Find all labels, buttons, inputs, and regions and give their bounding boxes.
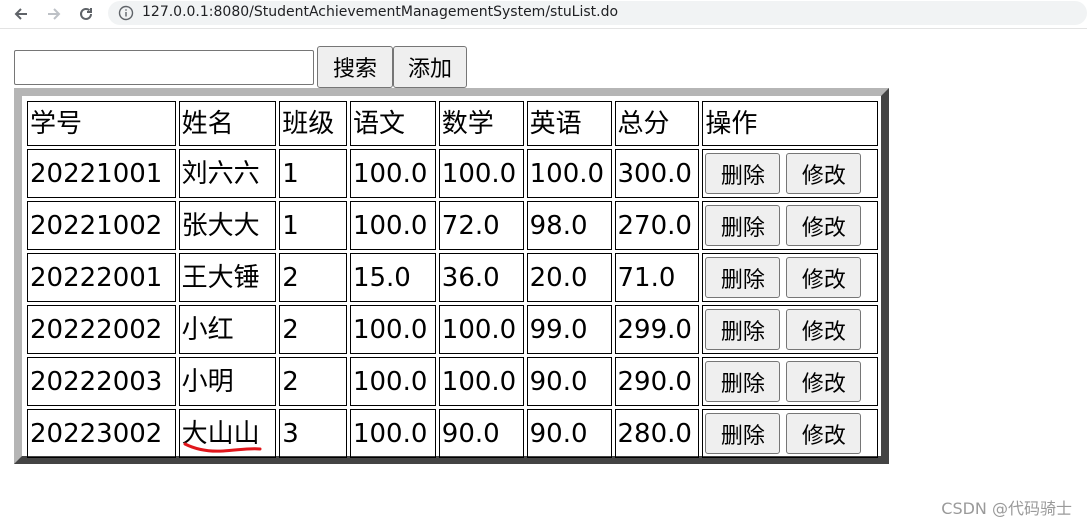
add-button[interactable]: 添加 xyxy=(393,46,467,88)
header-student-id: 学号 xyxy=(27,101,176,146)
reload-icon[interactable] xyxy=(76,4,96,24)
address-bar[interactable]: 127.0.0.1:8080/StudentAchievementManagem… xyxy=(108,1,1087,25)
cell-chinese: 100.0 xyxy=(349,409,436,458)
edit-button[interactable]: 修改 xyxy=(786,413,862,454)
header-name: 姓名 xyxy=(178,101,277,146)
edit-button[interactable]: 修改 xyxy=(786,361,862,402)
url-text[interactable]: 127.0.0.1:8080/StudentAchievementManagem… xyxy=(142,4,618,20)
cell-math: 100.0 xyxy=(438,305,524,354)
delete-button[interactable]: 删除 xyxy=(705,153,781,194)
cell-chinese: 100.0 xyxy=(349,305,436,354)
forward-arrow-icon[interactable] xyxy=(44,4,64,24)
table-row: 20222003 小明 2 100.0 100.0 90.0 290.0 删除修… xyxy=(27,357,878,406)
header-math: 数学 xyxy=(438,101,524,146)
cell-class: 2 xyxy=(279,253,347,302)
cell-name: 小明 xyxy=(178,357,277,406)
cell-math: 72.0 xyxy=(438,201,524,250)
cell-actions: 删除 修改 xyxy=(702,149,878,198)
cell-class: 2 xyxy=(279,357,347,406)
delete-button[interactable]: 删除 xyxy=(705,413,781,454)
cell-chinese: 100.0 xyxy=(349,149,436,198)
cell-english: 20.0 xyxy=(526,253,612,302)
cell-name: 刘六六 xyxy=(178,149,277,198)
delete-button[interactable]: 删除 xyxy=(705,257,781,298)
cell-math: 100.0 xyxy=(438,357,524,406)
delete-button[interactable]: 删除 xyxy=(705,309,781,350)
cell-total: 300.0 xyxy=(614,149,700,198)
edit-button[interactable]: 修改 xyxy=(786,205,862,246)
table-header-row: 学号 姓名 班级 语文 数学 英语 总分 操作 xyxy=(27,101,878,146)
header-total: 总分 xyxy=(614,101,700,146)
cell-student-id: 20222003 xyxy=(27,357,176,406)
red-underline-annotation xyxy=(183,442,262,453)
cell-chinese: 100.0 xyxy=(349,357,436,406)
student-table: 学号 姓名 班级 语文 数学 英语 总分 操作 20221001 刘六六 1 1… xyxy=(24,98,881,461)
header-class: 班级 xyxy=(279,101,347,146)
cell-total: 270.0 xyxy=(614,201,700,250)
cell-english: 90.0 xyxy=(526,409,612,458)
delete-button[interactable]: 删除 xyxy=(705,361,781,402)
cell-chinese: 100.0 xyxy=(349,201,436,250)
search-button[interactable]: 搜索 xyxy=(317,46,393,88)
cell-math: 36.0 xyxy=(438,253,524,302)
cell-class: 1 xyxy=(279,149,347,198)
cell-english: 99.0 xyxy=(526,305,612,354)
cell-english: 90.0 xyxy=(526,357,612,406)
cell-total: 299.0 xyxy=(614,305,700,354)
cell-actions: 删除 修改 xyxy=(702,357,878,406)
cell-student-id: 20221002 xyxy=(27,201,176,250)
cell-total: 71.0 xyxy=(614,253,700,302)
cell-class: 3 xyxy=(279,409,347,458)
cell-total: 280.0 xyxy=(614,409,700,458)
cell-student-id: 20222002 xyxy=(27,305,176,354)
table-row: 20221002 张大大 1 100.0 72.0 98.0 270.0 删除修… xyxy=(27,201,878,250)
student-table-frame: 学号 姓名 班级 语文 数学 英语 总分 操作 20221001 刘六六 1 1… xyxy=(14,88,889,464)
header-actions: 操作 xyxy=(702,101,878,146)
cell-actions: 删除 修改 xyxy=(702,253,878,302)
cell-english: 100.0 xyxy=(526,149,612,198)
cell-total: 290.0 xyxy=(614,357,700,406)
edit-button[interactable]: 修改 xyxy=(786,309,862,350)
table-row: 20221001 刘六六 1 100.0 100.0 100.0 300.0 删… xyxy=(27,149,878,198)
cell-actions: 删除 修改 xyxy=(702,201,878,250)
cell-actions: 删除 修改 xyxy=(702,305,878,354)
cell-math: 90.0 xyxy=(438,409,524,458)
cell-english: 98.0 xyxy=(526,201,612,250)
table-row: 20222001 王大锤 2 15.0 36.0 20.0 71.0 删除 修改 xyxy=(27,253,878,302)
cell-class: 1 xyxy=(279,201,347,250)
cell-student-id: 20222001 xyxy=(27,253,176,302)
edit-button[interactable]: 修改 xyxy=(786,257,862,298)
cell-class: 2 xyxy=(279,305,347,354)
back-arrow-icon[interactable] xyxy=(11,4,31,24)
cell-math: 100.0 xyxy=(438,149,524,198)
site-info-icon[interactable] xyxy=(118,5,134,21)
header-english: 英语 xyxy=(526,101,612,146)
cell-student-id: 20221001 xyxy=(27,149,176,198)
delete-button[interactable]: 删除 xyxy=(705,205,781,246)
cell-chinese: 15.0 xyxy=(349,253,436,302)
browser-toolbar: 127.0.0.1:8080/StudentAchievementManagem… xyxy=(0,0,1087,29)
cell-student-id: 20223002 xyxy=(27,409,176,458)
table-row: 20222002 小红 2 100.0 100.0 99.0 299.0 删除修… xyxy=(27,305,878,354)
edit-button[interactable]: 修改 xyxy=(786,153,862,194)
cell-name: 王大锤 xyxy=(178,253,277,302)
header-chinese: 语文 xyxy=(349,101,436,146)
table-row: 20223002 大山山 3 100.0 90.0 90.0 280.0 删除修… xyxy=(27,409,878,458)
cell-name: 小红 xyxy=(178,305,277,354)
watermark-text: CSDN @代码骑士 xyxy=(941,499,1072,518)
cell-actions: 删除 修改 xyxy=(702,409,878,458)
search-input[interactable] xyxy=(14,50,314,85)
cell-name: 张大大 xyxy=(178,201,277,250)
